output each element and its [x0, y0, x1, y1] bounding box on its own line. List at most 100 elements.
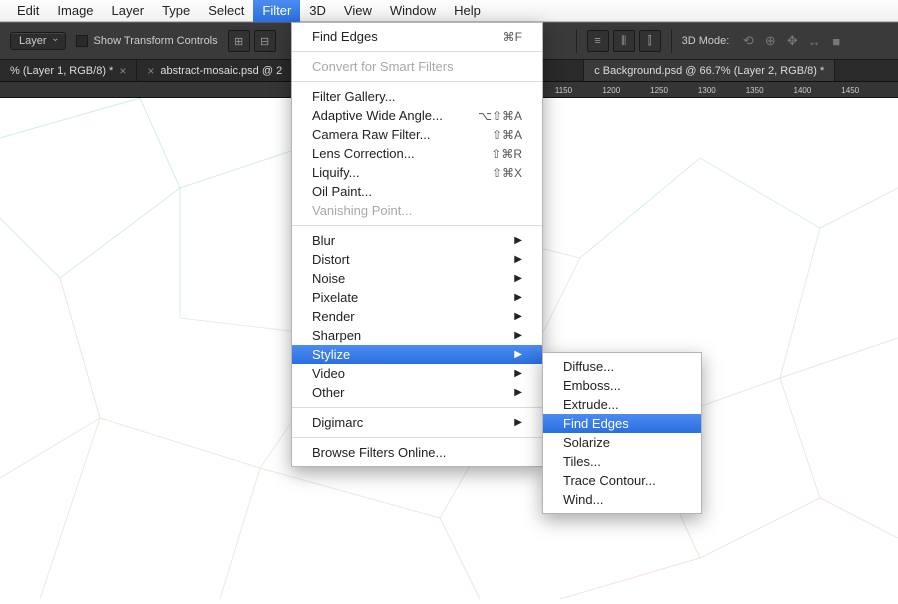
- document-tab[interactable]: c Background.psd @ 66.7% (Layer 2, RGB/8…: [583, 60, 835, 81]
- dist-icon[interactable]: ⫼: [613, 30, 635, 52]
- show-transform-label: Show Transform Controls: [94, 35, 218, 47]
- menu-layer[interactable]: Layer: [103, 0, 154, 22]
- align-icon[interactable]: ⊞: [228, 30, 250, 52]
- orbit-icon[interactable]: ⟲: [739, 32, 757, 50]
- mi-label: Oil Paint...: [312, 184, 372, 199]
- mi-sharpen[interactable]: Sharpen ▶: [292, 326, 542, 345]
- close-icon[interactable]: ×: [147, 64, 154, 78]
- ruler-tick-label: 1200: [602, 86, 620, 95]
- mi-lens-correction[interactable]: Lens Correction...⇧⌘R: [292, 144, 542, 163]
- menu-window[interactable]: Window: [381, 0, 445, 22]
- align-icon[interactable]: ⊟: [254, 30, 276, 52]
- mac-menubar: Edit Image Layer Type Select Filter 3D V…: [0, 0, 898, 22]
- shortcut-label: ⌘F: [503, 30, 522, 44]
- mi-label: Video: [312, 366, 345, 381]
- submenu-arrow-icon: ▶: [514, 330, 522, 341]
- mi-diffuse[interactable]: Diffuse...: [543, 357, 701, 376]
- mi-label: Solarize: [563, 435, 610, 450]
- mi-oil-paint[interactable]: Oil Paint...: [292, 182, 542, 201]
- autoselect-dropdown[interactable]: Layer: [10, 32, 66, 50]
- slide-icon[interactable]: ↔: [805, 32, 823, 50]
- mi-tiles[interactable]: Tiles...: [543, 452, 701, 471]
- mi-label: Tiles...: [563, 454, 601, 469]
- roll-icon[interactable]: ⊕: [761, 32, 779, 50]
- show-transform-toggle[interactable]: Show Transform Controls: [76, 35, 218, 47]
- pan-icon[interactable]: ✥: [783, 32, 801, 50]
- mi-label: Browse Filters Online...: [312, 445, 446, 460]
- mi-camera-raw[interactable]: Camera Raw Filter...⇧⌘A: [292, 125, 542, 144]
- menu-edit[interactable]: Edit: [8, 0, 48, 22]
- submenu-arrow-icon: ▶: [514, 368, 522, 379]
- mi-label: Wind...: [563, 492, 603, 507]
- document-tab[interactable]: % (Layer 1, RGB/8) * ×: [0, 60, 137, 81]
- mi-browse-online[interactable]: Browse Filters Online...: [292, 443, 542, 462]
- mi-adaptive-wide[interactable]: Adaptive Wide Angle...⌥⇧⌘A: [292, 106, 542, 125]
- submenu-arrow-icon: ▶: [514, 311, 522, 322]
- shortcut-label: ⇧⌘R: [491, 147, 522, 161]
- mi-label: Emboss...: [563, 378, 621, 393]
- ruler-tick-label: 1350: [746, 86, 764, 95]
- mi-label: Distort: [312, 252, 350, 267]
- mi-label: Adaptive Wide Angle...: [312, 108, 443, 123]
- mi-label: Find Edges: [563, 416, 629, 431]
- stylize-submenu: Diffuse... Emboss... Extrude... Find Edg…: [542, 352, 702, 514]
- mi-label: Liquify...: [312, 165, 359, 180]
- submenu-arrow-icon: ▶: [514, 292, 522, 303]
- mi-find-edges[interactable]: Find Edges: [543, 414, 701, 433]
- close-icon[interactable]: ×: [119, 64, 126, 78]
- mi-label: Extrude...: [563, 397, 619, 412]
- menu-type[interactable]: Type: [153, 0, 199, 22]
- mi-other[interactable]: Other▶: [292, 383, 542, 402]
- mi-label: Noise: [312, 271, 345, 286]
- submenu-arrow-icon: ▶: [514, 349, 522, 360]
- menu-select[interactable]: Select: [199, 0, 253, 22]
- menu-filter[interactable]: Filter: [253, 0, 300, 22]
- dist-icon[interactable]: ⫿: [639, 30, 661, 52]
- mi-label: Sharpen: [312, 328, 361, 343]
- mi-last-filter[interactable]: Find Edges ⌘F: [292, 27, 542, 46]
- menu-3d[interactable]: 3D: [300, 0, 335, 22]
- dist-icon[interactable]: ≡: [587, 30, 609, 52]
- mi-emboss[interactable]: Emboss...: [543, 376, 701, 395]
- mi-label: Find Edges: [312, 29, 378, 44]
- ruler-tick-label: 1150: [555, 86, 572, 95]
- ruler-tick-label: 1250: [650, 86, 668, 95]
- mi-video[interactable]: Video ▶: [292, 364, 542, 383]
- mi-digimarc[interactable]: Digimarc ▶: [292, 413, 542, 432]
- menu-help[interactable]: Help: [445, 0, 490, 22]
- mi-label: Stylize: [312, 347, 350, 362]
- menu-image[interactable]: Image: [48, 0, 102, 22]
- ruler-tick-label: 1400: [794, 86, 812, 95]
- mi-label: Diffuse...: [563, 359, 614, 374]
- mi-pixelate[interactable]: Pixelate ▶: [292, 288, 542, 307]
- mi-smart-filters: Convert for Smart Filters: [292, 57, 542, 76]
- menu-separator: [292, 81, 542, 82]
- submenu-arrow-icon: ▶: [514, 387, 522, 398]
- mi-solarize[interactable]: Solarize: [543, 433, 701, 452]
- mi-trace-contour[interactable]: Trace Contour...: [543, 471, 701, 490]
- mi-filter-gallery[interactable]: Filter Gallery...: [292, 87, 542, 106]
- mi-render[interactable]: Render▶: [292, 307, 542, 326]
- zoom-icon[interactable]: ■: [827, 32, 845, 50]
- mi-stylize[interactable]: Stylize ▶: [292, 345, 542, 364]
- shortcut-label: ⇧⌘A: [492, 128, 522, 142]
- shortcut-label: ⇧⌘X: [492, 166, 522, 180]
- mi-extrude[interactable]: Extrude...: [543, 395, 701, 414]
- mi-distort[interactable]: Distort▶: [292, 250, 542, 269]
- mi-label: Digimarc: [312, 415, 363, 430]
- mi-label: Trace Contour...: [563, 473, 656, 488]
- menu-view[interactable]: View: [335, 0, 381, 22]
- menu-separator: [292, 225, 542, 226]
- mi-label: Pixelate: [312, 290, 358, 305]
- mi-wind[interactable]: Wind...: [543, 490, 701, 509]
- mi-blur[interactable]: Blur▶: [292, 231, 542, 250]
- mi-noise[interactable]: Noise▶: [292, 269, 542, 288]
- mi-liquify[interactable]: Liquify... ⇧⌘X: [292, 163, 542, 182]
- document-tab[interactable]: ×abstract-mosaic.psd @ 2: [137, 60, 293, 81]
- mi-label: Filter Gallery...: [312, 89, 396, 104]
- 3d-mode-group: ⟲ ⊕ ✥ ↔ ■: [739, 32, 845, 50]
- tab-label: % (Layer 1, RGB/8) *: [10, 65, 113, 77]
- submenu-arrow-icon: ▶: [514, 417, 522, 428]
- checkbox-icon: [76, 35, 88, 47]
- mi-label: Convert for Smart Filters: [312, 59, 454, 74]
